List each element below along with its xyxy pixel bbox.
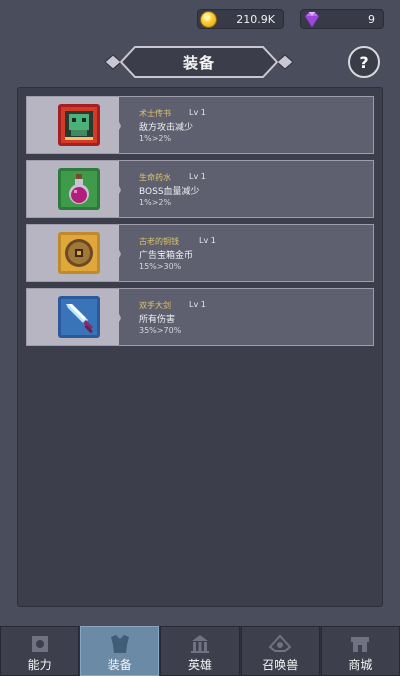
coin-icon xyxy=(58,232,100,274)
gold-amount: 210.9K xyxy=(236,13,275,26)
item-name: 生命药水 xyxy=(139,173,171,182)
summon-icon xyxy=(269,634,292,652)
tab-label: 召唤兽 xyxy=(262,658,299,672)
tab-shop[interactable]: 商城 xyxy=(320,626,400,676)
armor-icon xyxy=(110,635,129,653)
gem-counter[interactable]: 9 xyxy=(300,9,384,29)
gold-coin-icon xyxy=(200,11,217,28)
equipment-card-3[interactable]: 古老的铜钱 Lv 1 广告宝箱金币 15%>30% xyxy=(26,224,374,282)
purple-gem-icon xyxy=(303,11,320,28)
tab-label: 商城 xyxy=(348,658,373,672)
item-level: Lv 1 xyxy=(189,108,206,117)
tab-hero[interactable]: 英雄 xyxy=(160,626,240,676)
red-book-icon xyxy=(58,104,100,146)
item-effect: BOSS血量减少 xyxy=(139,187,200,197)
item-level: Lv 1 xyxy=(189,300,206,309)
page-title: 装备 xyxy=(182,54,215,72)
tab-label: 装备 xyxy=(107,658,132,672)
tab-label: 英雄 xyxy=(188,658,213,672)
bottom-nav: 能力 装备 英雄 召唤兽 商城 xyxy=(0,626,400,676)
item-effect: 所有伤害 xyxy=(139,315,176,325)
tab-ability[interactable]: 能力 xyxy=(0,626,80,676)
title-banner: 装备 xyxy=(105,45,293,79)
item-name: 术士传书 xyxy=(139,109,171,118)
item-name: 双手大剑 xyxy=(139,301,171,310)
tab-label: 能力 xyxy=(27,658,52,672)
ability-icon xyxy=(31,636,48,652)
shop-icon xyxy=(351,637,370,652)
item-value: 1%>2% xyxy=(139,134,172,143)
item-value: 1%>2% xyxy=(139,198,172,207)
equipment-card-2[interactable]: 生命药水 Lv 1 BOSS血量减少 1%>2% xyxy=(26,160,374,218)
item-name: 古老的铜钱 xyxy=(139,237,179,246)
sword-icon xyxy=(58,296,100,338)
help-button[interactable]: ? xyxy=(348,46,380,78)
gold-counter[interactable]: 210.9K xyxy=(197,9,284,29)
potion-icon xyxy=(58,168,100,210)
item-value: 15%>30% xyxy=(139,262,182,271)
hero-icon xyxy=(191,635,209,653)
gem-amount: 9 xyxy=(368,13,375,26)
tab-summon[interactable]: 召唤兽 xyxy=(240,626,320,676)
equipment-card-4[interactable]: 双手大剑 Lv 1 所有伤害 35%>70% xyxy=(26,288,374,346)
tab-equipment[interactable]: 装备 xyxy=(80,626,160,676)
item-value: 35%>70% xyxy=(139,326,182,335)
item-level: Lv 1 xyxy=(189,172,206,181)
equipment-card-1[interactable]: 术士传书 Lv 1 敌方攻击减少 1%>2% xyxy=(26,96,374,154)
item-effect: 广告宝箱金币 xyxy=(139,251,194,261)
item-level: Lv 1 xyxy=(199,236,216,245)
item-effect: 敌方攻击减少 xyxy=(139,123,194,133)
